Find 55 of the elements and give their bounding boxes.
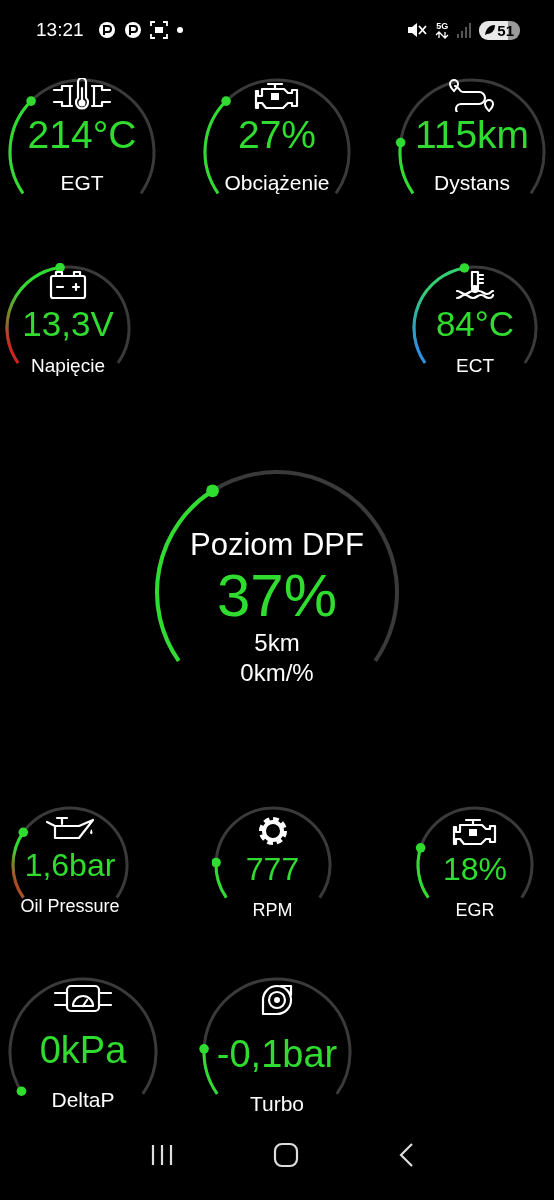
- gauge-label: Dystans: [434, 170, 510, 196]
- gauge-label: ECT: [456, 354, 494, 378]
- gauge-value: 84°C: [435, 303, 515, 345]
- network-type: 5G: [436, 21, 449, 31]
- gauge-value: 777: [245, 850, 300, 889]
- clock-time: 13:21: [36, 19, 84, 41]
- coolant-temperature-icon: [455, 269, 495, 301]
- gauge-value: 214°C: [27, 112, 137, 158]
- signal-icon: [457, 22, 472, 38]
- home-button[interactable]: [273, 1142, 299, 1168]
- app-notification-icon: [97, 21, 116, 39]
- gauge-value: 18%: [442, 850, 507, 889]
- gauge-value: 0kPa: [39, 1028, 127, 1073]
- battery-indicator: 51: [479, 20, 520, 40]
- gauge-marker: [459, 263, 470, 273]
- gauge-marker: [395, 137, 406, 148]
- back-button[interactable]: [397, 1142, 415, 1168]
- gauge-value: 1,6bar: [24, 846, 116, 885]
- gauge-value: 115km: [414, 112, 530, 158]
- gauge-title: Poziom DPF: [190, 526, 364, 564]
- gauge-marker: [26, 96, 36, 106]
- gauge-pipe-icon: [53, 983, 113, 1013]
- gauge-value: -0,1bar: [216, 1032, 338, 1077]
- thermometer-pipe-icon: [52, 78, 112, 112]
- gauge-value: 13,3V: [22, 303, 114, 345]
- leaf-icon: [484, 24, 497, 36]
- gauge-label: EGR: [455, 899, 495, 922]
- gauge-label: Napięcie: [31, 354, 105, 378]
- gauge-label: Obciążenie: [224, 170, 330, 196]
- gauge-marker: [211, 857, 221, 868]
- screenshot-icon: [149, 21, 168, 39]
- gauge-marker: [18, 827, 29, 838]
- gauge-marker: [55, 263, 65, 273]
- gauge-reading: 5km: [254, 628, 300, 658]
- gauge-marker: [16, 1086, 27, 1096]
- gauge-reading: 0km/%: [240, 658, 314, 688]
- gauge-label: Turbo: [249, 1091, 305, 1117]
- battery-icon: [48, 269, 88, 301]
- gauge-value: 37%: [216, 564, 338, 628]
- route-icon: [449, 78, 495, 112]
- gauge-label: DeltaP: [51, 1087, 115, 1113]
- app-notification-icon: [123, 21, 142, 39]
- gauge-label: RPM: [252, 899, 293, 922]
- gauge-label: Oil Pressure: [20, 895, 120, 918]
- gauge-value: 27%: [237, 112, 317, 158]
- turbo-icon: [260, 983, 294, 1017]
- data-arrows-icon: [435, 30, 450, 39]
- gauge-marker: [199, 1044, 209, 1054]
- recent-apps-button[interactable]: [149, 1143, 175, 1167]
- mute-icon: [407, 21, 428, 39]
- gauge-marker: [206, 484, 219, 498]
- gauge-label: EGT: [60, 170, 104, 196]
- notification-dot-icon: [175, 26, 184, 34]
- gauge-marker: [415, 843, 426, 853]
- gauge-marker: [221, 96, 231, 106]
